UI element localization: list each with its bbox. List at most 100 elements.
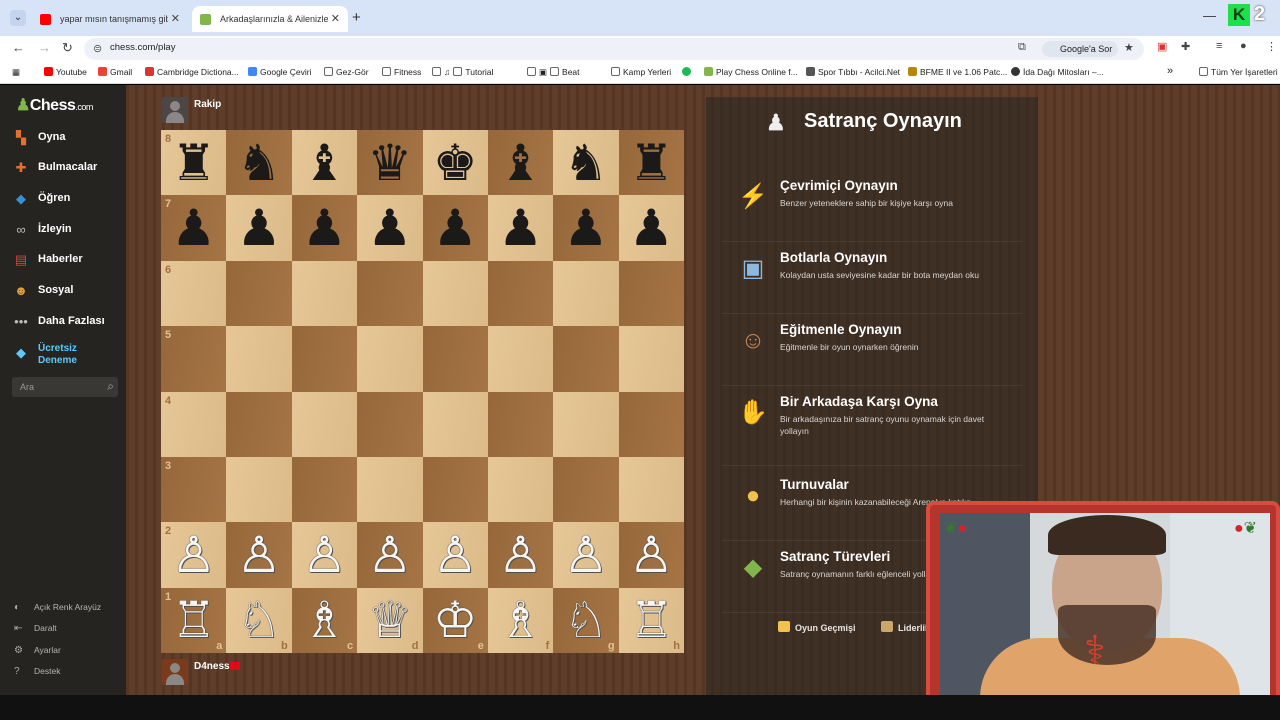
board-square-h1[interactable]: h ♖ [618,587,684,653]
reload-icon[interactable]: ↻ [62,40,73,56]
board-square-c6[interactable] [291,260,358,327]
board-square-b3[interactable] [226,456,292,523]
bookmark-tutorial[interactable]: ♫ Tutorial [432,67,493,77]
board-square-b5[interactable] [226,326,292,392]
board-square-d5[interactable] [357,326,423,392]
board-square-g3[interactable] [553,456,619,523]
board-square-h8[interactable]: ♜ [618,130,684,196]
sidebar-item-puzzles[interactable]: ✚ Bulmacalar [12,158,122,178]
bookmark-spotify[interactable] [682,67,694,77]
bookmark-kamp-yerleri[interactable]: Kamp Yerleri [611,67,671,77]
my-username[interactable]: D4ness [194,661,230,672]
board-square-h6[interactable] [618,260,684,327]
white-bishop-icon[interactable]: ♗ [498,595,543,645]
board-square-b6[interactable] [226,260,292,327]
board-square-a3[interactable]: 3 [161,456,227,523]
bookmark-cambridge[interactable]: Cambridge Dictiona... [145,67,239,77]
white-pawn-icon[interactable]: ♙ [498,530,543,580]
bookmarks-overflow-chevron-icon[interactable]: » [1167,65,1173,77]
bookmark-ida-dagi[interactable]: İda Dağı Mitosları –... [1011,67,1104,77]
board-square-a5[interactable]: 5 [161,326,227,392]
search-input[interactable] [12,377,98,397]
url-text[interactable]: chess.com/play [110,42,175,53]
black-knight-icon[interactable]: ♞ [237,138,282,188]
board-square-c7[interactable]: ♟ [291,195,358,261]
extensions-puzzle-icon[interactable]: ✚ [1181,40,1190,53]
black-pawn-icon[interactable]: ♟ [302,203,347,253]
bookmark-google-translate[interactable]: Google Çeviri [248,67,312,77]
tab-youtube[interactable]: yapar mısın tanışmamış gibi | p ✕ [32,6,188,32]
board-square-f1[interactable]: f ♗ [487,587,554,653]
black-pawn-icon[interactable]: ♟ [171,203,216,253]
browser-menu-icon[interactable]: ⋮ [1266,40,1277,53]
white-pawn-icon[interactable]: ♙ [302,530,347,580]
black-pawn-icon[interactable]: ♟ [237,203,282,253]
board-square-c1[interactable]: c ♗ [291,587,358,653]
board-square-g2[interactable]: ♙ [553,522,619,588]
board-square-h4[interactable] [618,391,684,457]
board-square-e3[interactable] [422,456,488,523]
board-square-c4[interactable] [291,391,358,457]
back-arrow-icon[interactable]: ← [12,40,25,55]
black-pawn-icon[interactable]: ♟ [433,203,478,253]
board-square-g4[interactable] [553,391,619,457]
white-pawn-icon[interactable]: ♙ [629,530,674,580]
board-square-d2[interactable]: ♙ [357,522,423,588]
bookmark-folder-gez-gor[interactable]: Gez-Gör [324,67,369,77]
board-square-d8[interactable]: ♛ [357,130,423,196]
black-knight-icon[interactable]: ♞ [564,138,609,188]
board-square-e6[interactable] [422,260,488,327]
leaderboard-link[interactable]: Liderlik [881,621,930,633]
white-pawn-icon[interactable]: ♙ [433,530,478,580]
board-square-f3[interactable] [487,456,554,523]
chess-com-logo[interactable]: ♟Chess.com [16,95,93,115]
white-rook-icon[interactable]: ♖ [629,595,674,645]
settings-button[interactable]: ⚙ Ayarlar [14,645,61,656]
support-button[interactable]: ? Destek [14,666,60,677]
board-square-a7[interactable]: 7 ♟ [161,195,227,261]
bookmark-star-icon[interactable]: ★ [1124,41,1134,54]
bookmark-play-chess[interactable]: Play Chess Online f... [704,67,798,77]
board-square-b2[interactable]: ♙ [226,522,292,588]
tab-close-icon[interactable]: ✕ [171,6,180,32]
bookmark-spor-tibbi[interactable]: Spor Tıbbı - Acilci.Net [806,67,900,77]
board-square-d4[interactable] [357,391,423,457]
sidebar-item-social[interactable]: ☻ Sosyal [12,281,122,301]
white-king-icon[interactable]: ♔ [433,595,478,645]
white-pawn-icon[interactable]: ♙ [237,530,282,580]
address-bar[interactable]: ⊜ chess.com/play ⧉ Google'a Sor ★ [84,38,1144,60]
tab-search-icon[interactable]: ⌄ [10,10,26,26]
bookmark-folder-fitness[interactable]: Fitness [382,67,421,77]
white-pawn-icon[interactable]: ♙ [171,530,216,580]
black-pawn-icon[interactable]: ♟ [564,203,609,253]
board-square-e7[interactable]: ♟ [422,195,488,261]
board-square-a1[interactable]: 1 a ♖ [161,587,227,653]
board-square-g7[interactable]: ♟ [553,195,619,261]
white-bishop-icon[interactable]: ♗ [302,595,347,645]
bookmark-gmail[interactable]: Gmail [98,67,132,77]
board-square-d6[interactable] [357,260,423,327]
profile-avatar-icon[interactable]: ● [1240,40,1247,52]
bookmark-beat[interactable]: ▣ Beat [527,67,580,78]
board-square-f8[interactable]: ♝ [487,130,554,196]
board-square-c3[interactable] [291,456,358,523]
board-square-c2[interactable]: ♙ [291,522,358,588]
black-pawn-icon[interactable]: ♟ [367,203,412,253]
minimize-icon[interactable]: — [1203,8,1216,23]
board-square-f4[interactable] [487,391,554,457]
board-square-c5[interactable] [291,326,358,392]
black-king-icon[interactable]: ♚ [433,138,478,188]
board-square-b1[interactable]: b ♘ [226,587,292,653]
black-queen-icon[interactable]: ♛ [367,138,412,188]
cast-icon[interactable]: ⧉ [1018,41,1026,54]
board-square-g5[interactable] [553,326,619,392]
forward-arrow-icon[interactable]: → [38,40,51,55]
new-tab-button[interactable]: + [352,9,361,26]
board-square-b4[interactable] [226,391,292,457]
black-bishop-icon[interactable]: ♝ [302,138,347,188]
tab-close-icon[interactable]: ✕ [331,6,340,32]
board-square-b8[interactable]: ♞ [226,130,292,196]
board-square-f5[interactable] [487,326,554,392]
board-square-c8[interactable]: ♝ [291,130,358,196]
board-square-e8[interactable]: ♚ [422,130,488,196]
